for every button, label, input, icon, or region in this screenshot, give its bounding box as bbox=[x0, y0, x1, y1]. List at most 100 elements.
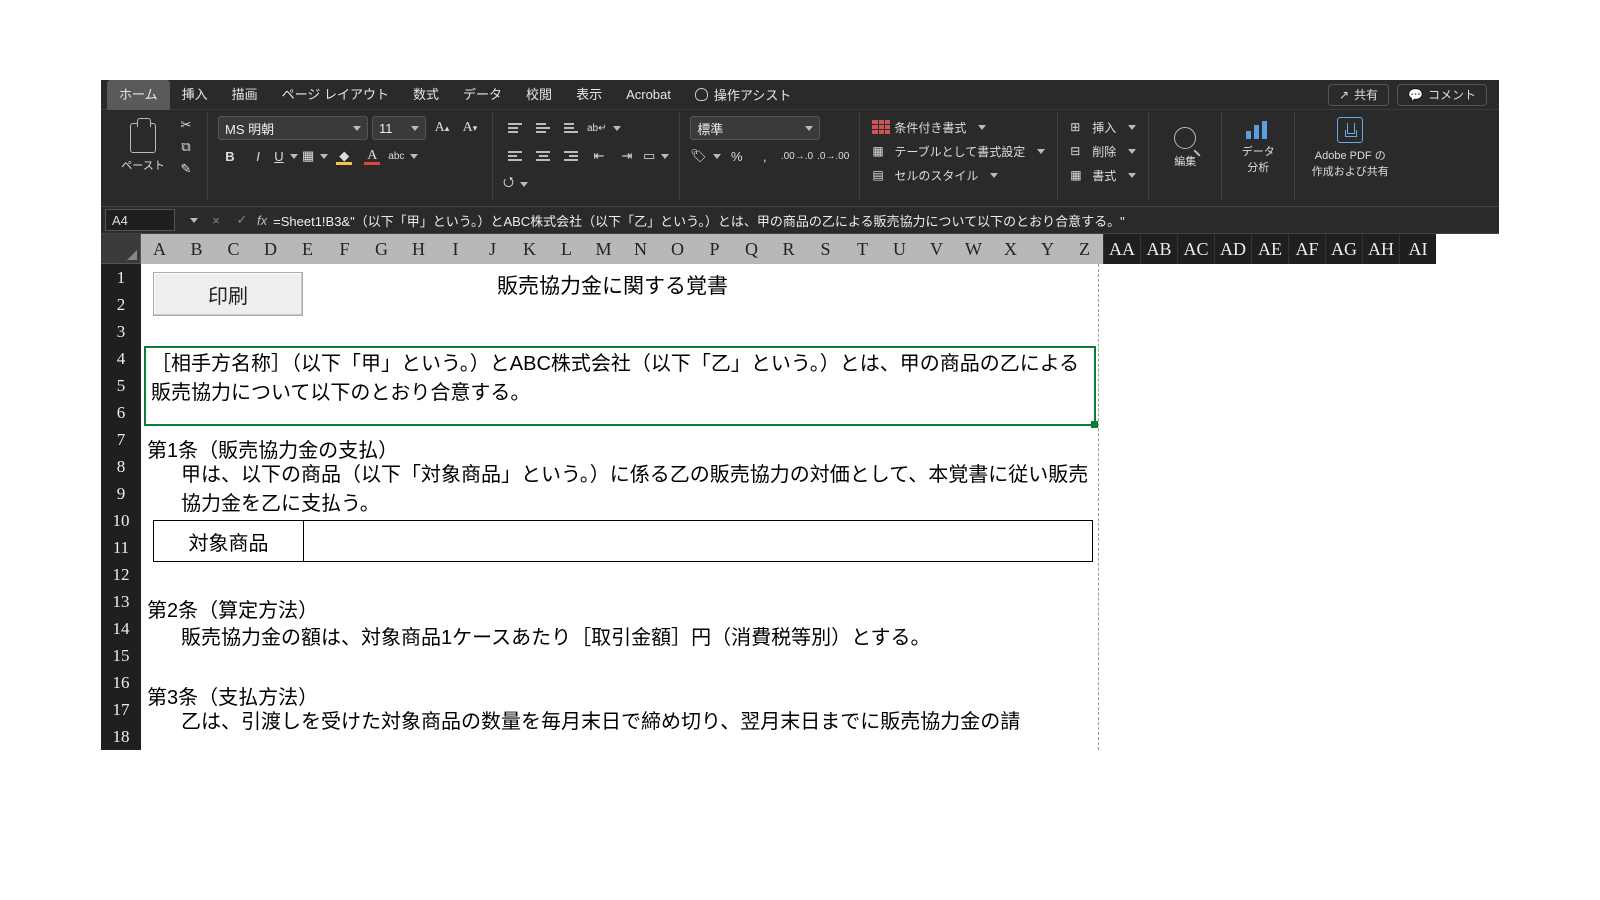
cut-button[interactable]: ✂ bbox=[175, 116, 197, 134]
row-header[interactable]: 3 bbox=[101, 318, 141, 345]
tab-acrobat[interactable]: Acrobat bbox=[614, 80, 683, 110]
paste-button[interactable]: ペースト bbox=[117, 116, 169, 180]
column-header[interactable]: E bbox=[289, 234, 326, 264]
column-header[interactable]: V bbox=[918, 234, 955, 264]
column-header[interactable]: AF bbox=[1288, 234, 1325, 264]
column-header[interactable]: J bbox=[474, 234, 511, 264]
column-header[interactable]: O bbox=[659, 234, 696, 264]
font-size-select[interactable]: 11 bbox=[372, 116, 426, 140]
row-header[interactable]: 1 bbox=[101, 264, 141, 291]
row-header[interactable]: 12 bbox=[101, 561, 141, 588]
enter-formula-button[interactable]: ✓ bbox=[229, 212, 255, 228]
bold-button[interactable]: B bbox=[218, 144, 242, 168]
insert-cells-button[interactable]: ⊞挿入 bbox=[1068, 116, 1138, 138]
merge-button[interactable]: ▭ bbox=[643, 144, 669, 168]
column-header[interactable]: N bbox=[622, 234, 659, 264]
tab-draw[interactable]: 描画 bbox=[220, 80, 270, 110]
name-box-dropdown[interactable] bbox=[179, 208, 203, 232]
tab-formula[interactable]: 数式 bbox=[401, 80, 451, 110]
comma-button[interactable]: , bbox=[753, 144, 777, 168]
column-header[interactable]: Z bbox=[1066, 234, 1103, 264]
tell-me[interactable]: 操作アシスト bbox=[683, 85, 803, 104]
conditional-format-button[interactable]: 条件付き書式 bbox=[870, 116, 1047, 138]
align-bottom-button[interactable] bbox=[559, 116, 583, 140]
column-header[interactable]: M bbox=[585, 234, 622, 264]
column-header[interactable]: AC bbox=[1177, 234, 1214, 264]
row-header[interactable]: 7 bbox=[101, 426, 141, 453]
formula-input[interactable]: =Sheet1!B3&"（以下「甲」という。）とABC株式会社（以下「乙」という… bbox=[273, 211, 1495, 230]
row-header[interactable]: 16 bbox=[101, 669, 141, 696]
increase-indent-button[interactable]: ⇥ bbox=[615, 144, 639, 168]
column-header[interactable]: F bbox=[326, 234, 363, 264]
format-cells-button[interactable]: ▦書式 bbox=[1068, 164, 1138, 186]
name-box[interactable]: A4 bbox=[105, 209, 175, 231]
column-header[interactable]: R bbox=[770, 234, 807, 264]
font-name-select[interactable]: MS 明朝 bbox=[218, 116, 368, 140]
decrease-decimal-button[interactable]: .0→.00 bbox=[817, 144, 849, 168]
row-header[interactable]: 8 bbox=[101, 453, 141, 480]
select-all-corner[interactable] bbox=[101, 234, 141, 264]
worksheet-area[interactable]: 販売協力金に関する覚書 印刷 ［相手方名称］（以下「甲」という。）とABC株式会… bbox=[141, 264, 1499, 750]
row-header[interactable]: 2 bbox=[101, 291, 141, 318]
number-format-select[interactable]: 標準 bbox=[690, 116, 820, 140]
column-header[interactable]: K bbox=[511, 234, 548, 264]
row-header[interactable]: 11 bbox=[101, 534, 141, 561]
column-header[interactable]: U bbox=[881, 234, 918, 264]
align-right-button[interactable] bbox=[559, 144, 583, 168]
column-header[interactable]: H bbox=[400, 234, 437, 264]
column-header[interactable]: I bbox=[437, 234, 474, 264]
row-header[interactable]: 5 bbox=[101, 372, 141, 399]
column-header[interactable]: AE bbox=[1251, 234, 1288, 264]
format-as-table-button[interactable]: ▦ テーブルとして書式設定 bbox=[870, 140, 1047, 162]
column-header[interactable]: X bbox=[992, 234, 1029, 264]
row-header[interactable]: 18 bbox=[101, 723, 141, 750]
column-header[interactable]: AH bbox=[1362, 234, 1399, 264]
increase-font-button[interactable]: A▴ bbox=[430, 116, 454, 140]
tab-home[interactable]: ホーム bbox=[107, 80, 170, 110]
column-header[interactable]: W bbox=[955, 234, 992, 264]
row-header[interactable]: 6 bbox=[101, 399, 141, 426]
row-header[interactable]: 9 bbox=[101, 480, 141, 507]
create-pdf-button[interactable]: Adobe PDF の 作成および共有 bbox=[1305, 116, 1395, 180]
fill-color-button[interactable]: ◆ bbox=[332, 144, 356, 168]
share-button[interactable]: ↗ 共有 bbox=[1328, 84, 1389, 106]
row-header[interactable]: 10 bbox=[101, 507, 141, 534]
analyze-data-button[interactable]: データ 分析 bbox=[1232, 116, 1284, 180]
column-header[interactable]: G bbox=[363, 234, 400, 264]
italic-button[interactable]: I bbox=[246, 144, 270, 168]
find-select-button[interactable]: 編集 bbox=[1159, 116, 1211, 180]
column-header[interactable]: A bbox=[141, 234, 178, 264]
underline-button[interactable]: U bbox=[274, 144, 298, 168]
increase-decimal-button[interactable]: .00→.0 bbox=[781, 144, 813, 168]
column-header[interactable]: D bbox=[252, 234, 289, 264]
currency-button[interactable]: 🏷 bbox=[690, 144, 721, 168]
copy-button[interactable]: ⧉ bbox=[175, 138, 197, 156]
column-header[interactable]: AG bbox=[1325, 234, 1362, 264]
column-header[interactable]: T bbox=[844, 234, 881, 264]
row-header[interactable]: 15 bbox=[101, 642, 141, 669]
align-middle-button[interactable] bbox=[531, 116, 555, 140]
row-header[interactable]: 14 bbox=[101, 615, 141, 642]
column-header[interactable]: AI bbox=[1399, 234, 1436, 264]
decrease-font-button[interactable]: A▾ bbox=[458, 116, 482, 140]
row-header[interactable]: 17 bbox=[101, 696, 141, 723]
format-painter-button[interactable]: ✎ bbox=[175, 160, 197, 178]
column-header[interactable]: C bbox=[215, 234, 252, 264]
column-header[interactable]: S bbox=[807, 234, 844, 264]
cancel-formula-button[interactable]: × bbox=[203, 213, 229, 228]
column-header[interactable]: Q bbox=[733, 234, 770, 264]
target-product-value[interactable] bbox=[304, 521, 1092, 561]
column-header[interactable]: AD bbox=[1214, 234, 1251, 264]
orientation-button[interactable]: ⭯ bbox=[503, 172, 528, 196]
cell-styles-button[interactable]: ▤ セルのスタイル bbox=[870, 164, 1047, 186]
column-header[interactable]: L bbox=[548, 234, 585, 264]
align-center-button[interactable] bbox=[531, 144, 555, 168]
decrease-indent-button[interactable]: ⇤ bbox=[587, 144, 611, 168]
column-header[interactable]: B bbox=[178, 234, 215, 264]
row-header[interactable]: 13 bbox=[101, 588, 141, 615]
comment-button[interactable]: 💬 コメント bbox=[1397, 84, 1487, 106]
delete-cells-button[interactable]: ⊟削除 bbox=[1068, 140, 1138, 162]
align-top-button[interactable] bbox=[503, 116, 527, 140]
print-button[interactable]: 印刷 bbox=[153, 272, 303, 316]
wrap-text-button[interactable]: ab↵ bbox=[587, 116, 621, 140]
